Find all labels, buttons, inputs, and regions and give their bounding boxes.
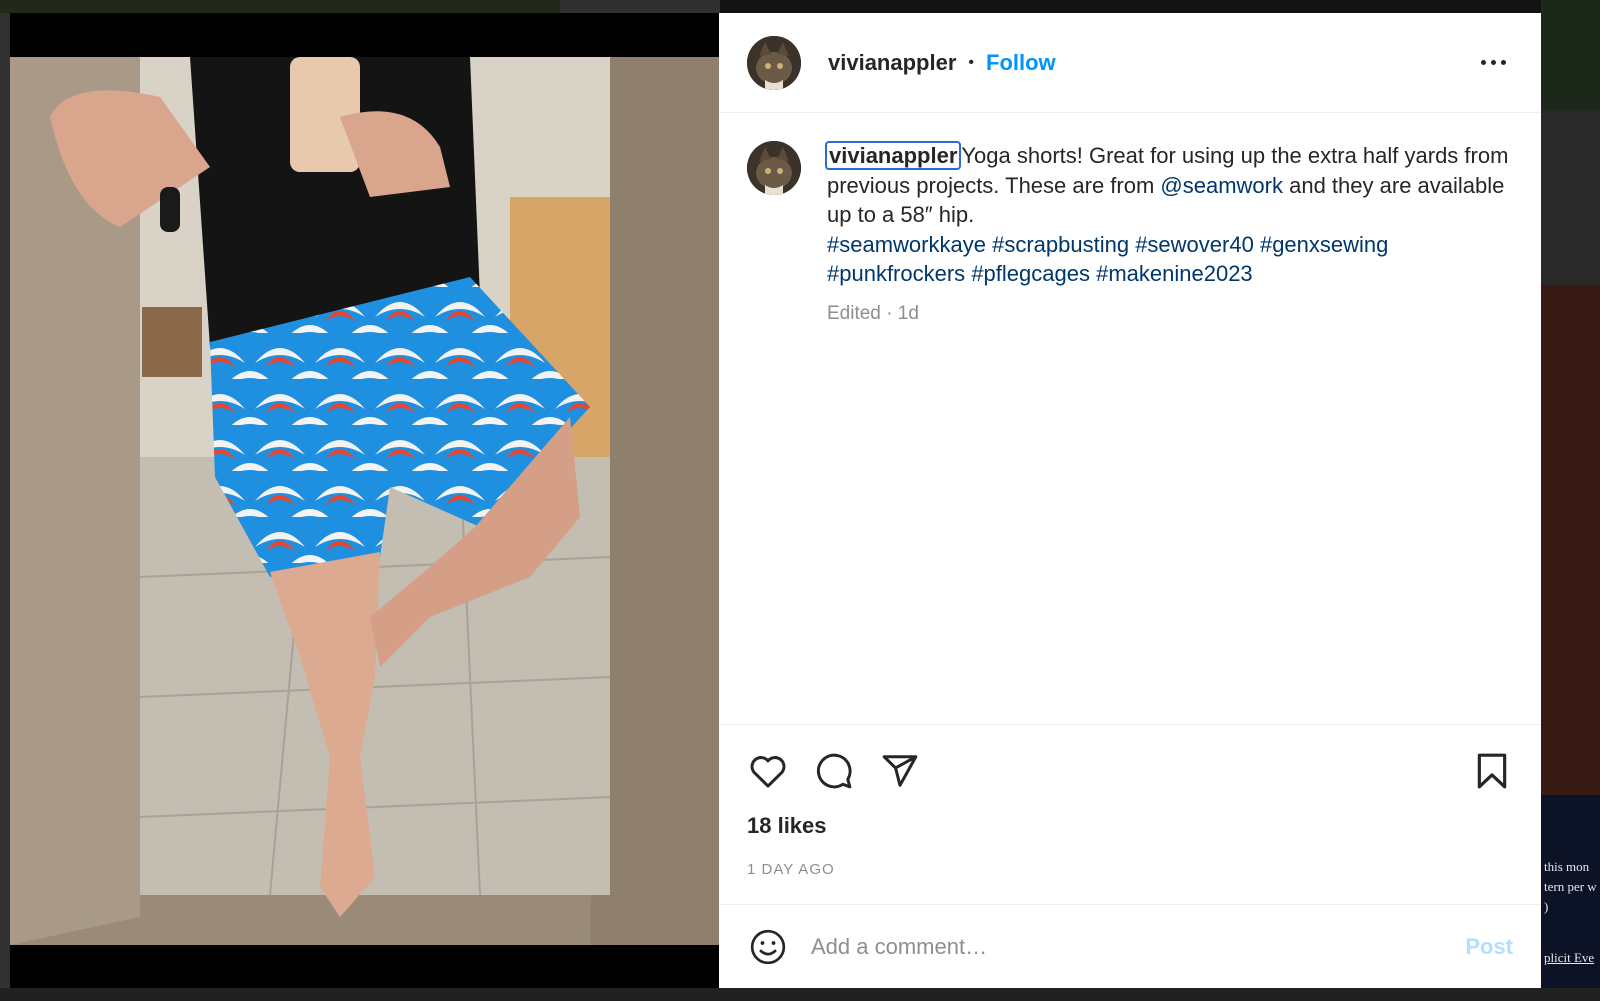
add-comment-bar: Post xyxy=(719,904,1541,988)
backdrop-text: tern per w xyxy=(1544,879,1597,894)
mention-link[interactable]: @seamwork xyxy=(1160,173,1283,198)
follow-button[interactable]: Follow xyxy=(986,50,1056,76)
paper-plane-icon[interactable] xyxy=(879,750,921,792)
avatar[interactable] xyxy=(747,35,801,90)
comments-section: vivianappler Yoga shorts! Great for using… xyxy=(719,113,1541,724)
post-timestamp[interactable]: 1 DAY AGO xyxy=(747,861,1513,878)
hashtag-link[interactable]: #makenine2023 xyxy=(1096,261,1253,286)
header-username[interactable]: vivianappler xyxy=(828,50,956,76)
more-horizontal-icon[interactable] xyxy=(1473,48,1513,78)
hashtag-link[interactable]: #punkfrockers xyxy=(827,261,965,286)
hashtag-link[interactable]: #scrapbusting xyxy=(992,232,1129,257)
post-modal: vivianappler • Follow vivianappler Yoga … xyxy=(10,13,1541,988)
hashtag-link[interactable]: #seamworkkaye xyxy=(827,232,986,257)
likes-count[interactable]: 18 likes xyxy=(747,813,1513,839)
smiley-icon[interactable] xyxy=(747,926,789,968)
caption-body: vivianappler Yoga shorts! Great for using… xyxy=(825,141,1513,328)
comment-icon[interactable] xyxy=(813,750,855,792)
bookmark-icon[interactable] xyxy=(1471,750,1513,792)
caption: vivianappler Yoga shorts! Great for using… xyxy=(747,141,1513,328)
post-details-panel: vivianappler • Follow vivianappler Yoga … xyxy=(719,13,1541,988)
actions-section: 18 likes 1 DAY AGO xyxy=(719,724,1541,904)
comment-input[interactable] xyxy=(811,933,1466,960)
heart-icon[interactable] xyxy=(747,750,789,792)
hashtag-link[interactable]: #sewover40 xyxy=(1135,232,1254,257)
caption-username[interactable]: vivianappler xyxy=(825,141,962,170)
avatar[interactable] xyxy=(747,141,801,195)
action-bar xyxy=(747,725,1513,811)
post-media xyxy=(10,13,719,988)
hashtag-link[interactable]: #genxsewing xyxy=(1260,232,1388,257)
edited-timestamp: Edited · 1d xyxy=(827,302,919,324)
backdrop-text: this mon xyxy=(1544,859,1590,874)
backdrop-text: plicit Eve xyxy=(1544,950,1595,965)
hashtag-link[interactable]: #pflegcages xyxy=(971,261,1090,286)
backdrop-text: ) xyxy=(1544,899,1549,914)
post-photo[interactable] xyxy=(10,57,719,945)
post-comment-button[interactable]: Post xyxy=(1465,934,1513,960)
separator-dot: • xyxy=(968,53,974,71)
post-header: vivianappler • Follow xyxy=(719,13,1541,113)
